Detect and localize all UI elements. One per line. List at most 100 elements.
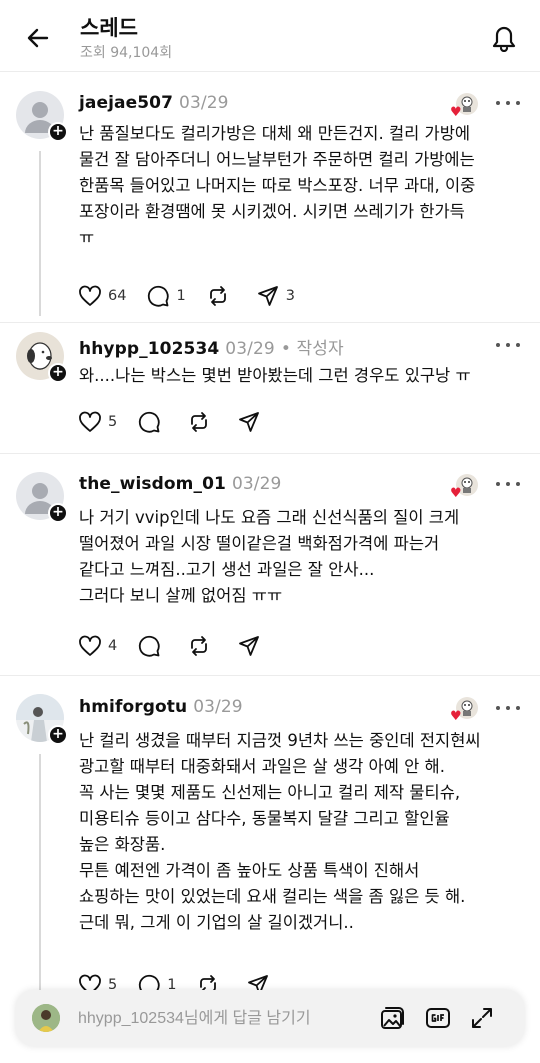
view-count: 조회 94,104회 xyxy=(80,45,173,61)
like-button[interactable]: 4 xyxy=(78,633,117,659)
post-text: 난 컬리 생겼을 때부터 지금껏 9년차 쓰는 중인데 전지현씨 광고할 때부터… xyxy=(79,728,525,936)
text-line: 같다고 느껴짐..고기 생선 과일은 잘 안사... xyxy=(79,560,375,579)
username[interactable]: jaejae507 xyxy=(79,93,173,113)
repost-icon xyxy=(191,412,208,432)
more-options-button[interactable] xyxy=(496,477,520,491)
share-count: 3 xyxy=(285,288,295,304)
post-text: 와....나는 박스는 몇번 받아봤는데 그런 경우도 있구낭 ㅠ xyxy=(79,363,525,389)
expand-icon xyxy=(472,1008,492,1028)
post-actions: 5 xyxy=(78,409,287,435)
reply-input[interactable] xyxy=(78,1006,368,1032)
expand-composer-button[interactable] xyxy=(468,1004,496,1032)
repost-button[interactable] xyxy=(206,283,236,309)
text-line: 꼭 사는 몇몇 제품도 신선제는 아니고 컬리 제작 물티슈, xyxy=(79,783,461,802)
thread-post: + hhypp_102534 03/29 • 작성자 와....나는 박스는 몇번… xyxy=(0,323,540,454)
follow-button[interactable]: + xyxy=(48,363,68,383)
post-text: 난 품질보다도 컬리가방은 대체 왜 만든건지. 컬리 가방에 물건 잘 담아주… xyxy=(79,121,525,251)
thread-line xyxy=(39,151,41,316)
like-button[interactable]: 5 xyxy=(78,409,117,435)
notifications-button[interactable] xyxy=(488,20,520,54)
photo-avatar-icon xyxy=(32,1004,60,1032)
send-icon xyxy=(257,286,278,306)
share-button[interactable] xyxy=(237,633,267,659)
text-line: 나 거기 vvip인데 나도 요즘 그래 신선식품의 질이 크게 xyxy=(79,508,460,527)
repost-icon xyxy=(209,286,226,306)
post-date: 03/29 xyxy=(225,339,275,359)
comment-icon xyxy=(139,411,160,433)
post-date: 03/29 xyxy=(231,474,282,494)
bell-icon xyxy=(492,26,516,52)
text-line: 높은 화장품. xyxy=(79,835,166,854)
text-line: 쇼핑하는 맛이 있었는데 요새 컬리는 색을 좀 잃은 듯 해. xyxy=(79,887,466,906)
author-label: • 작성자 xyxy=(280,339,344,359)
text-line: 난 품질보다도 컬리가방은 대체 왜 만든건지. 컬리 가방에 xyxy=(79,124,471,143)
gif-icon xyxy=(426,1008,450,1028)
post-date: 03/29 xyxy=(179,93,229,113)
post-date: 03/29 xyxy=(193,697,243,717)
liked-by-author-badge: ♥ xyxy=(450,697,478,723)
attach-gif-button[interactable] xyxy=(424,1004,452,1032)
post-actions: 4 xyxy=(78,633,287,659)
post-header: the_wisdom_01 03/29 xyxy=(79,474,281,494)
username[interactable]: hhypp_102534 xyxy=(79,339,219,359)
post-text: 나 거기 vvip인데 나도 요즘 그래 신선식품의 질이 크게 떨어졌어 과일… xyxy=(79,505,525,609)
repost-button[interactable] xyxy=(187,633,217,659)
thread-post: + hmiforgotu 03/29 ♥ 난 컬리 생겼을 때부터 지금껏 9년차… xyxy=(0,676,540,996)
post-header: hhypp_102534 03/29 • 작성자 xyxy=(79,334,344,359)
comment-icon xyxy=(139,635,160,657)
repost-icon xyxy=(191,636,208,656)
page-title: 스레드 xyxy=(80,16,138,40)
comment-button[interactable] xyxy=(137,409,167,435)
text-line: 떨어졌어 과일 시장 떨이같은걸 백화점가격에 파는거 xyxy=(79,534,440,553)
text-line: 그러다 보니 살께 없어짐 ㅠㅠ xyxy=(79,586,283,605)
username[interactable]: hmiforgotu xyxy=(79,697,187,717)
text-line: 근데 뭐, 그게 이 기업의 살 길이겠거니.. xyxy=(79,913,354,932)
repost-button[interactable] xyxy=(187,409,217,435)
text-line: 물건 잘 담아주더니 어느날부턴가 주문하면 컬리 가방에는 xyxy=(79,150,475,169)
follow-button[interactable]: + xyxy=(48,503,68,523)
post-header: hmiforgotu 03/29 xyxy=(79,697,243,717)
heart-icon: ♥ xyxy=(450,709,462,724)
text-line: 와....나는 박스는 몇번 받아봤는데 그런 경우도 있구낭 ㅠ xyxy=(79,366,471,385)
back-button[interactable] xyxy=(22,22,54,54)
like-count: 4 xyxy=(108,638,118,654)
comment-button[interactable] xyxy=(137,633,167,659)
text-line: 미용티슈 등이고 삼다수, 동물복지 달걀 그리고 할인율 xyxy=(79,809,450,828)
share-button[interactable] xyxy=(237,409,267,435)
heart-outline-icon xyxy=(79,285,101,306)
heart-icon: ♥ xyxy=(450,486,462,501)
text-line: 포장이라 환경땜에 못 시키겠어. 시키면 쓰레기가 한가득 xyxy=(79,202,465,221)
text-line: 한품목 들어있고 나머지는 따로 박스포장. 너무 과대, 이중 xyxy=(79,176,476,195)
more-options-button[interactable] xyxy=(496,338,520,352)
follow-button[interactable]: + xyxy=(48,725,68,745)
like-count: 5 xyxy=(108,414,118,430)
send-icon xyxy=(239,636,260,656)
text-line: ㅠ xyxy=(79,228,95,247)
thread-post: + jaejae507 03/29 ♥ 난 품질보다도 컬리가방은 대체 왜 만든… xyxy=(0,73,540,323)
liked-by-author-badge: ♥ xyxy=(450,474,478,500)
follow-button[interactable]: + xyxy=(48,122,68,142)
comment-count: 1 xyxy=(176,288,186,304)
reply-composer xyxy=(16,990,524,1046)
thread-line xyxy=(39,754,41,990)
username[interactable]: the_wisdom_01 xyxy=(79,474,226,494)
text-line: 무튼 예전엔 가격이 좀 높아도 상품 특색이 진해서 xyxy=(79,861,420,880)
text-line: 광고할 때부터 대중화돼서 과일은 살 생각 아예 안 해. xyxy=(79,757,445,776)
top-bar: 스레드 조회 94,104회 xyxy=(0,0,540,72)
like-button[interactable]: 64 xyxy=(78,283,126,309)
heart-icon: ♥ xyxy=(450,105,462,120)
share-button[interactable]: 3 xyxy=(256,283,295,309)
comment-button[interactable]: 1 xyxy=(146,283,186,309)
post-actions: 64 1 3 xyxy=(78,283,315,309)
heart-outline-icon xyxy=(79,635,101,656)
more-options-button[interactable] xyxy=(496,96,520,110)
more-options-button[interactable] xyxy=(496,701,520,715)
text-line: 난 컬리 생겼을 때부터 지금껏 9년차 쓰는 중인데 전지현씨 xyxy=(79,731,481,750)
liked-by-author-badge: ♥ xyxy=(450,93,478,119)
thread-post: + the_wisdom_01 03/29 ♥ 나 거기 vvip인데 나도 요즘… xyxy=(0,454,540,676)
attach-image-button[interactable] xyxy=(378,1004,406,1032)
image-icon xyxy=(381,1007,404,1029)
post-header: jaejae507 03/29 xyxy=(79,93,229,113)
my-avatar xyxy=(32,1004,60,1032)
send-icon xyxy=(239,412,260,432)
